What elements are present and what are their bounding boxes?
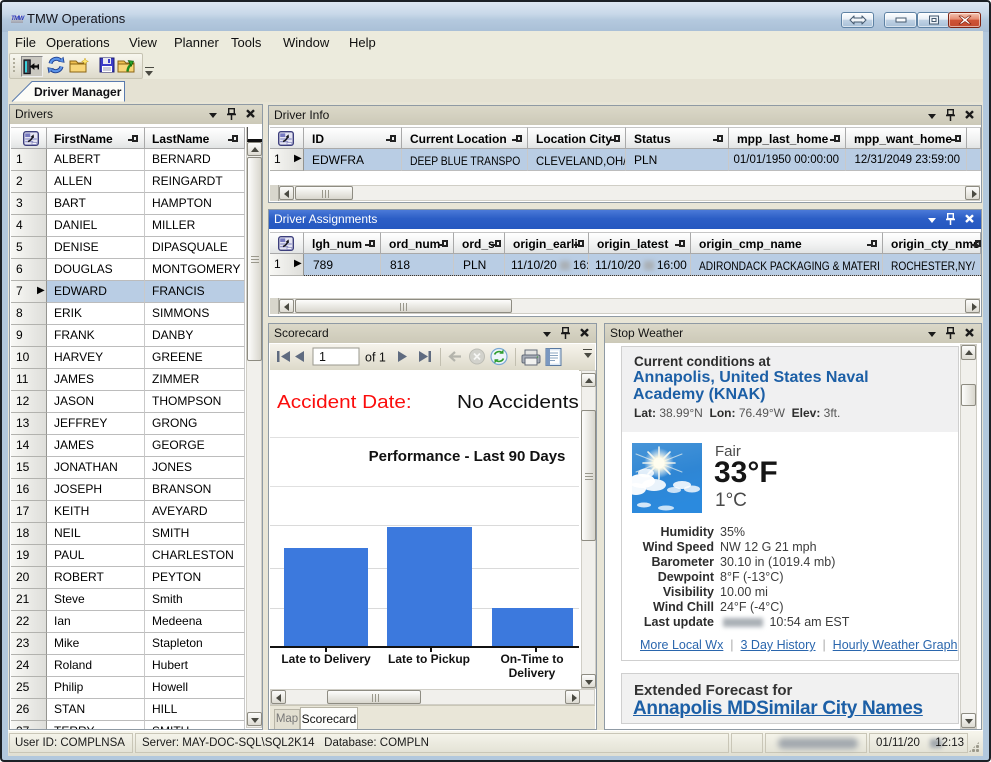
svg-text:of 1: of 1 bbox=[365, 351, 386, 365]
svg-text:1: 1 bbox=[319, 350, 326, 364]
